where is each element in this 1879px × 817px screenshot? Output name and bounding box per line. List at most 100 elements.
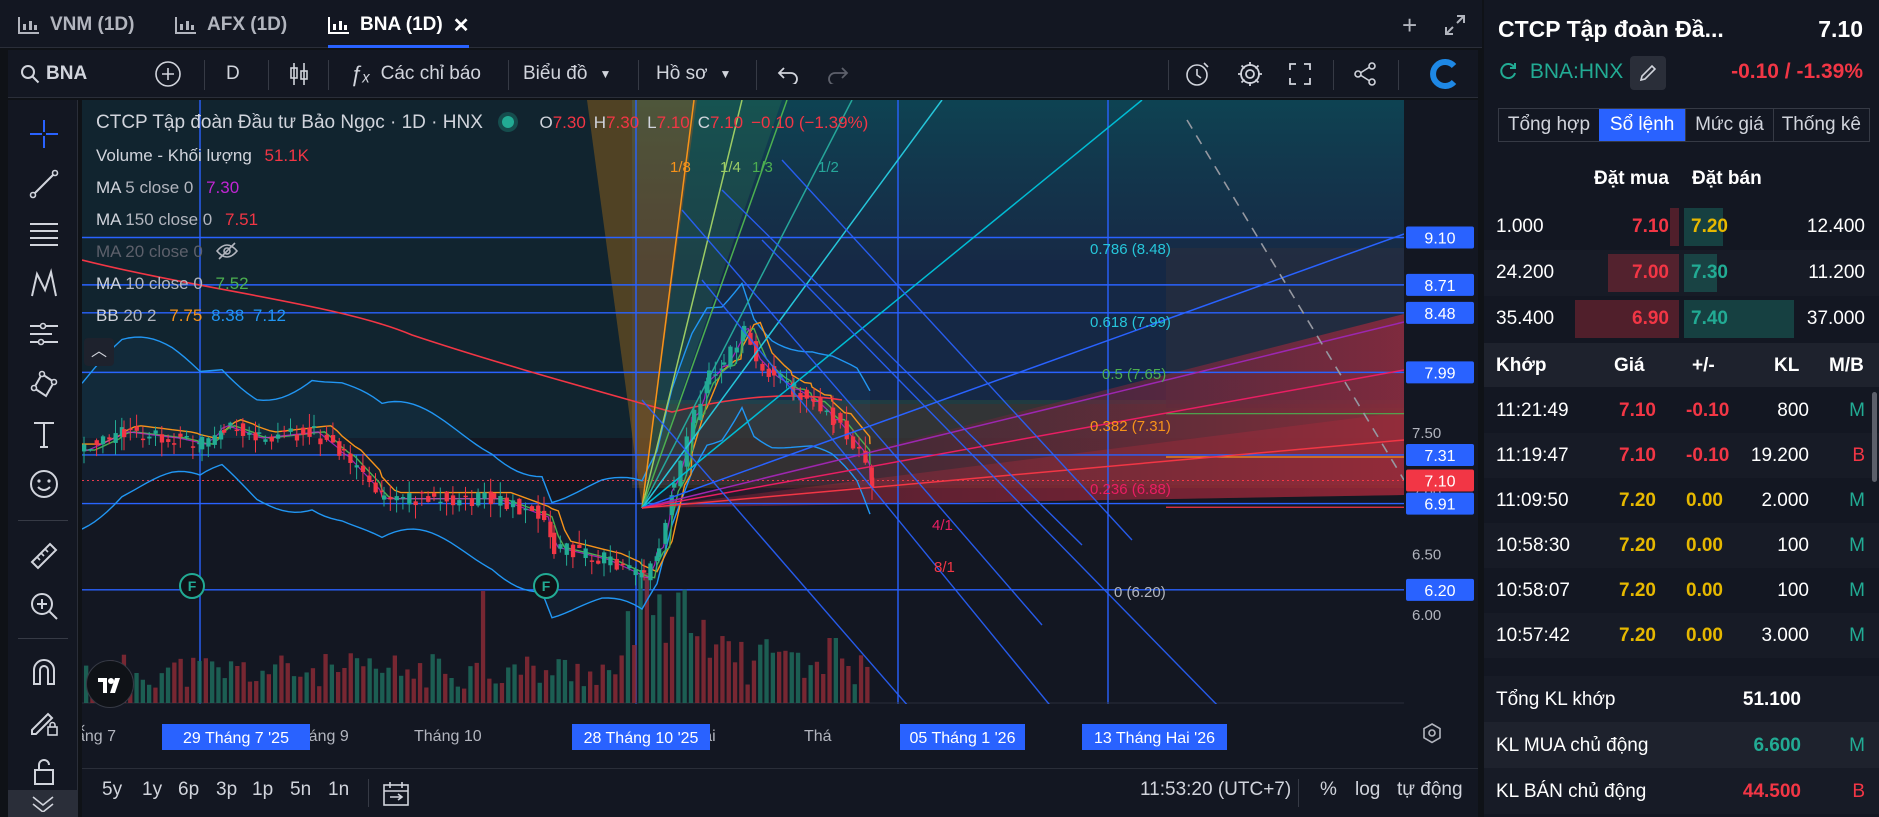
fx-icon: ƒₓ [350,61,371,86]
candle-body [633,569,638,576]
chart-area[interactable]: 0.786 (8.48) 0.618 (7.99) 0.5 (7.65) 0.382 … [82,100,1478,768]
candle-body [818,397,823,412]
interval-button[interactable]: D [226,50,240,98]
legend-ma20-hidden[interactable]: MA 20 close 0 [96,242,238,262]
tab-order-book[interactable]: Sổ lệnh [1598,109,1686,141]
chart-type-button[interactable]: Biểu đồ ▼ [523,50,611,98]
volume-bar [298,676,303,703]
auto-scale-button[interactable]: tự động [1397,779,1463,801]
profile-button[interactable]: Hồ sơ ▼ [656,50,731,98]
range-3p-button[interactable]: 3p [216,779,237,801]
range-5y-button[interactable]: 5y [102,779,122,801]
time-tick-label: Thá [804,728,832,745]
lock-icon[interactable] [28,756,60,788]
volume-bar [506,667,511,703]
magnet-icon[interactable] [28,656,60,688]
tab-price-levels[interactable]: Mức giá [1685,109,1772,141]
tradingview-logo[interactable] [86,660,134,708]
candle-body [536,505,541,519]
tab-summary[interactable]: Tổng hợp [1499,109,1599,141]
chart-canvas[interactable]: 0.786 (8.48) 0.618 (7.99) 0.5 (7.65) 0.382 … [82,100,1478,768]
order-book-row[interactable]: 35.400 6.90 7.40 37.000 [1484,296,1879,342]
crosshair-icon[interactable] [28,118,60,150]
tab-statistics[interactable]: Thống kê [1772,109,1869,141]
tab-vnm[interactable]: VNM (1D) [18,10,134,40]
clock-timezone[interactable]: 11:53:20 (UTC+7) [1140,779,1291,801]
volume-bar [739,641,744,703]
candle-body [596,560,601,564]
redo-button[interactable] [826,50,850,98]
undo-button[interactable] [776,50,800,98]
log-scale-button[interactable]: log [1355,779,1380,801]
refresh-icon[interactable] [1498,61,1518,81]
legend-bb[interactable]: BB 20 2 7.75 8.38 7.12 [96,306,286,326]
share-button[interactable] [1352,50,1378,98]
volume-bar [493,683,498,703]
volume-bar [556,659,561,703]
settings-button[interactable] [1236,50,1264,98]
shapes-icon[interactable] [28,368,60,400]
pattern-icon[interactable] [28,268,60,300]
forecast-icon[interactable] [28,318,60,350]
range-6p-button[interactable]: 6p [178,779,199,801]
volume-bar [543,670,549,703]
candle-body [552,532,557,555]
range-1n-button[interactable]: 1n [328,779,349,801]
symbol-search-button[interactable]: BNA [20,50,87,98]
volume-bar [134,672,139,703]
trade-change: -0.10 [1686,400,1730,421]
range-5n-button[interactable]: 5n [290,779,311,801]
trade-row[interactable]: 11:19:47 7.10 -0.10 19.200 B [1484,433,1879,478]
go-to-date-icon[interactable] [382,781,410,807]
price-tag-label: 8.48 [1424,306,1455,323]
legend-ma10[interactable]: MA 10 close 0 7.52 [96,274,249,294]
collapse-legend-button[interactable]: ︿ [84,338,114,366]
range-1p-button[interactable]: 1p [252,779,273,801]
lock-drawing-icon[interactable] [28,706,60,738]
edit-button[interactable] [1630,56,1666,90]
volume-bar [241,662,246,703]
legend-ma150[interactable]: MA 150 close 0 7.51 [96,210,258,230]
zoom-in-icon[interactable] [28,590,60,622]
candle-style-button[interactable] [288,50,310,98]
tab-afx[interactable]: AFX (1D) [175,10,287,40]
chevron-up-icon: ︿ [90,343,107,360]
more-tools-button[interactable] [8,790,78,817]
trade-row[interactable]: 11:09:50 7.20 0.00 2.000 M [1484,478,1879,523]
fullscreen-button[interactable] [1288,50,1312,98]
text-icon[interactable] [28,418,60,450]
volume-bar [575,663,580,703]
indicators-button[interactable]: ƒₓ Các chỉ báo [350,50,481,98]
alert-button[interactable] [1184,50,1212,98]
trade-row[interactable]: 10:57:42 7.20 0.00 3.000 M [1484,613,1879,658]
legend-ma5[interactable]: MA 5 close 0 7.30 [96,178,239,198]
order-book-row[interactable]: 24.200 7.00 7.30 11.200 [1484,250,1879,296]
compare-button[interactable] [154,50,182,98]
tab-bna[interactable]: BNA (1D) ✕ [328,10,470,48]
trend-line-icon[interactable] [28,168,60,200]
candle-body [184,436,189,438]
ohlc-values: O7.30 H7.30 L7.10 C7.10 −0.10 (−1.39%) [539,113,868,132]
gann-label: 1/3 [752,159,773,176]
eye-off-icon[interactable] [215,242,238,260]
trade-row[interactable]: 10:58:07 7.20 0.00 100 M [1484,568,1879,613]
percent-scale-button[interactable]: % [1320,779,1337,801]
volume-bar [688,633,694,703]
trade-row[interactable]: 11:21:49 7.10 -0.10 800 M [1484,388,1879,433]
trades-scrollbar[interactable] [1872,392,1877,482]
volume-bar [367,658,372,703]
candle-body [379,490,385,493]
order-book-row[interactable]: 1.000 7.10 7.20 12.400 [1484,204,1879,250]
add-tab-icon[interactable]: + [1402,10,1417,41]
range-1y-button[interactable]: 1y [142,779,162,801]
emoji-icon[interactable] [28,468,60,500]
trade-change: 0.00 [1686,580,1723,601]
ruler-icon[interactable] [28,540,60,572]
chevron-down-icon [32,796,54,812]
legend-volume[interactable]: Volume - Khối lượng 51.1K [96,146,309,166]
trade-row[interactable]: 10:58:30 7.20 0.00 100 M [1484,523,1879,568]
close-icon[interactable]: ✕ [453,13,470,38]
redo-icon [828,67,849,84]
fib-retracement-icon[interactable] [28,218,60,250]
expand-icon[interactable] [1444,14,1466,36]
